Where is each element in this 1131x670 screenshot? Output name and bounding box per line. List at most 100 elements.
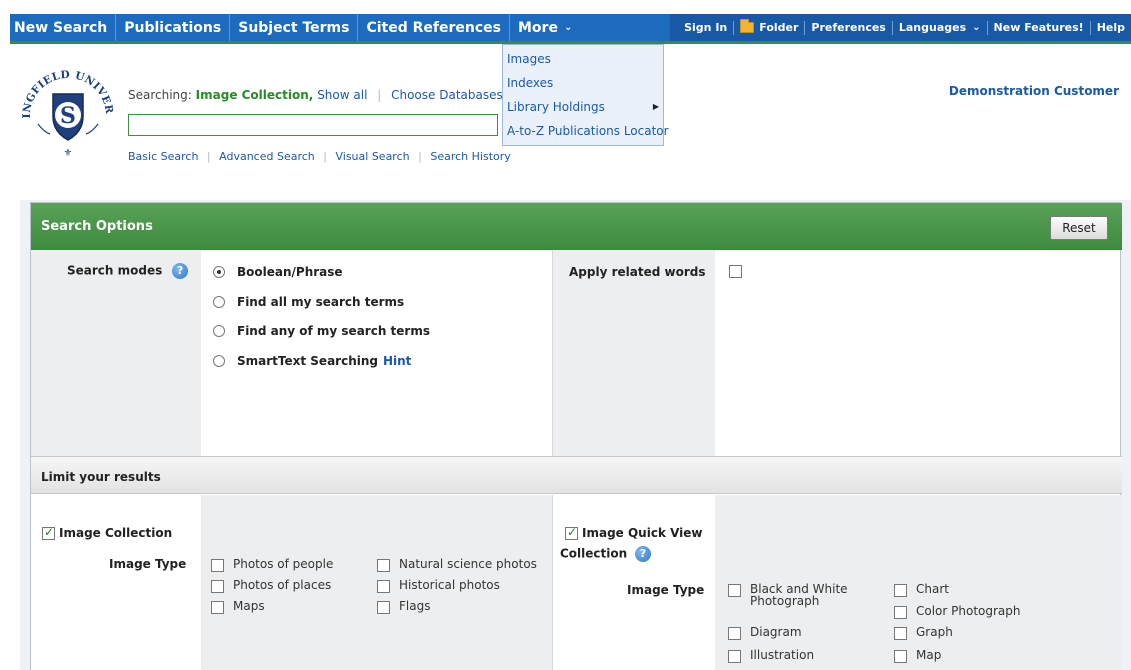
new-features-link[interactable]: New Features! bbox=[988, 20, 1091, 35]
mode-find-all[interactable]: Find all my search terms bbox=[213, 295, 404, 309]
search-options-box: Search Options Reset Search modes ? Bool… bbox=[30, 202, 1122, 670]
type-option[interactable]: Map bbox=[894, 649, 941, 663]
help-icon[interactable]: ? bbox=[172, 263, 189, 279]
mode-label: Find any of my search terms bbox=[237, 324, 430, 338]
sign-in-link[interactable]: Sign In bbox=[678, 20, 735, 35]
type-option[interactable]: Diagram bbox=[728, 626, 802, 640]
type-label: Chart bbox=[916, 582, 949, 596]
type-checkbox[interactable] bbox=[894, 584, 907, 597]
image-collection-toggle[interactable]: Image Collection bbox=[42, 525, 172, 540]
search-modes-row: Search modes ? Boolean/Phrase Find all m… bbox=[31, 250, 1122, 456]
type-option[interactable]: Color Photograph bbox=[894, 605, 1021, 619]
type-label: Flags bbox=[399, 599, 431, 613]
preferences-link[interactable]: Preferences bbox=[805, 20, 893, 35]
hint-link[interactable]: Hint bbox=[383, 354, 411, 368]
type-checkbox[interactable] bbox=[377, 559, 390, 572]
current-collection: Image Collection, bbox=[195, 88, 314, 102]
search-options-title: Search Options bbox=[41, 219, 153, 234]
type-checkbox[interactable] bbox=[894, 627, 907, 640]
visual-search-link[interactable]: Visual Search bbox=[335, 150, 409, 163]
search-history-link[interactable]: Search History bbox=[430, 150, 510, 163]
fleur-icon: ⚜ bbox=[64, 148, 73, 159]
menu-item-images[interactable]: Images bbox=[503, 47, 663, 71]
limit-results-row: Image Collection Image Type Photos of pe… bbox=[31, 495, 1122, 670]
limit-results-title: Limit your results bbox=[41, 470, 161, 484]
mode-label: Boolean/Phrase bbox=[237, 265, 343, 279]
type-label: Map bbox=[916, 648, 942, 662]
type-checkbox[interactable] bbox=[377, 601, 390, 614]
type-option[interactable]: Black and White Photograph bbox=[728, 583, 850, 607]
type-option[interactable]: Flags bbox=[377, 600, 430, 614]
type-label: Black and White Photograph bbox=[750, 582, 848, 608]
show-all-link[interactable]: Show all bbox=[317, 88, 367, 102]
type-label: Photos of people bbox=[233, 557, 334, 571]
type-label: Maps bbox=[233, 599, 265, 613]
type-label: Natural science photos bbox=[399, 557, 537, 571]
nav-subject-terms[interactable]: Subject Terms bbox=[230, 14, 359, 41]
library-logo[interactable]: SPRINGFIELD UNIVERSITY S ⚜ bbox=[20, 66, 116, 162]
mode-label: Find all my search terms bbox=[237, 295, 405, 309]
separator: | bbox=[377, 88, 382, 102]
type-checkbox[interactable] bbox=[728, 627, 741, 640]
mode-find-any[interactable]: Find any of my search terms bbox=[213, 324, 430, 338]
folder-link[interactable]: Folder bbox=[734, 19, 806, 35]
type-option[interactable]: Historical photos bbox=[377, 579, 500, 593]
reset-button[interactable]: Reset bbox=[1050, 216, 1108, 240]
submenu-arrow-icon: ▶ bbox=[652, 102, 659, 111]
advanced-search-link[interactable]: Advanced Search bbox=[219, 150, 315, 163]
menu-item-library-holdings[interactable]: Library Holdings ▶ bbox=[503, 95, 663, 119]
help-icon[interactable]: ? bbox=[635, 546, 651, 562]
menu-item-indexes[interactable]: Indexes bbox=[503, 71, 663, 95]
type-checkbox[interactable] bbox=[728, 584, 741, 597]
help-link[interactable]: Help bbox=[1091, 21, 1131, 35]
type-checkbox[interactable] bbox=[894, 650, 907, 663]
image-collection-checkbox[interactable] bbox=[42, 525, 55, 540]
type-option[interactable]: Photos of people bbox=[211, 558, 333, 572]
chevron-down-icon: ⌄ bbox=[972, 22, 981, 33]
label-column bbox=[31, 250, 201, 456]
type-checkbox[interactable] bbox=[377, 580, 390, 593]
nav-new-search[interactable]: New Search bbox=[10, 14, 117, 41]
limit-results-header: Limit your results bbox=[31, 456, 1122, 494]
radio-button[interactable] bbox=[213, 296, 225, 308]
quick-view-collection-toggle[interactable]: Image Quick View bbox=[565, 525, 703, 540]
nav-more[interactable]: More ⌄ bbox=[510, 14, 580, 41]
type-checkbox[interactable] bbox=[894, 606, 907, 619]
type-label: Photos of places bbox=[233, 578, 332, 592]
search-modes-label: Search modes bbox=[67, 263, 163, 278]
basic-search-link[interactable]: Basic Search bbox=[128, 150, 198, 163]
type-option[interactable]: Graph bbox=[894, 626, 953, 640]
apply-related-words-checkbox[interactable] bbox=[729, 265, 742, 278]
quick-view-collection-checkbox[interactable] bbox=[565, 525, 578, 540]
nav-cited-references[interactable]: Cited References bbox=[358, 14, 510, 41]
mode-smarttext[interactable]: SmartText Searching Hint bbox=[213, 354, 411, 368]
search-input[interactable] bbox=[128, 114, 498, 136]
image-type-label: Image Type bbox=[109, 557, 187, 571]
radio-button[interactable] bbox=[213, 325, 225, 337]
separator: | bbox=[323, 150, 327, 163]
quick-view-collection-label-line2-wrap: Collection ? bbox=[560, 546, 651, 562]
type-option[interactable]: Photos of places bbox=[211, 579, 331, 593]
label-column bbox=[553, 250, 715, 456]
type-label: Historical photos bbox=[399, 578, 500, 592]
mode-boolean-phrase[interactable]: Boolean/Phrase bbox=[213, 265, 343, 279]
languages-menu[interactable]: Languages ⌄ bbox=[893, 20, 988, 35]
radio-button[interactable] bbox=[213, 355, 225, 367]
type-checkbox[interactable] bbox=[211, 559, 224, 572]
nav-publications[interactable]: Publications bbox=[116, 14, 231, 41]
type-option[interactable]: Illustration bbox=[728, 649, 814, 663]
type-label: Graph bbox=[916, 625, 953, 639]
type-option[interactable]: Maps bbox=[211, 600, 265, 614]
type-checkbox[interactable] bbox=[211, 580, 224, 593]
type-checkbox[interactable] bbox=[728, 650, 741, 663]
search-type-links: Basic Search | Advanced Search | Visual … bbox=[128, 150, 511, 163]
type-label: Color Photograph bbox=[916, 604, 1021, 618]
quick-view-collection-label: Image Quick View bbox=[582, 526, 703, 540]
radio-button[interactable] bbox=[213, 266, 225, 278]
image-type-label: Image Type bbox=[627, 583, 705, 597]
type-option[interactable]: Chart bbox=[894, 583, 949, 597]
menu-item-a-to-z[interactable]: A-to-Z Publications Locator bbox=[503, 119, 669, 143]
type-checkbox[interactable] bbox=[211, 601, 224, 614]
choose-databases-link[interactable]: Choose Databases bbox=[391, 88, 503, 102]
type-option[interactable]: Natural science photos bbox=[377, 558, 537, 572]
